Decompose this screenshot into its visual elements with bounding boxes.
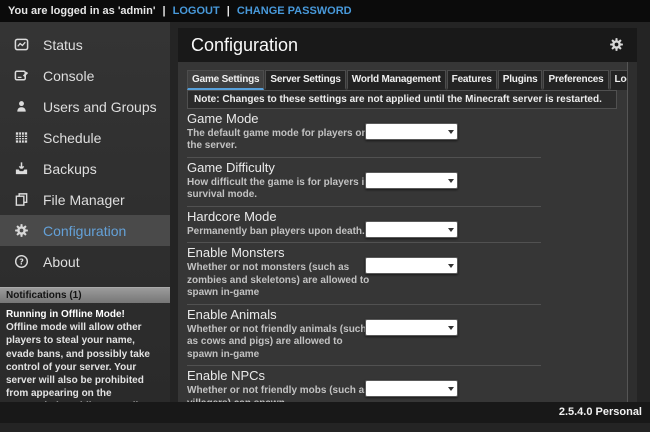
file-manager-icon xyxy=(13,192,29,208)
sidebar-item-schedule[interactable]: Schedule xyxy=(0,122,170,153)
chevron-down-icon xyxy=(448,179,454,183)
restart-note: Note: Changes to these settings are not … xyxy=(187,90,617,109)
status-bar: 2.5.4.0 Personal xyxy=(0,402,650,423)
sidebar-menu: Status Console Users and Groups Schedule Bac… xyxy=(0,22,170,277)
chevron-down-icon xyxy=(448,326,454,330)
setting-row-game-mode: Game ModeThe default game mode for playe… xyxy=(187,109,617,157)
settings-list: Game ModeThe default game mode for playe… xyxy=(187,109,617,402)
tab-features[interactable]: Features xyxy=(447,70,497,90)
sidebar-item-status[interactable]: Status xyxy=(0,29,170,60)
logged-in-text: You are logged in as 'admin' xyxy=(8,5,155,17)
change-password-link[interactable]: CHANGE PASSWORD xyxy=(237,5,352,17)
sidebar-item-configuration[interactable]: Configuration xyxy=(0,215,170,246)
sidebar-item-console[interactable]: Console xyxy=(0,60,170,91)
notifications-header: Notifications (1) xyxy=(0,287,170,303)
tab-game-settings[interactable]: Game Settings xyxy=(187,70,264,90)
tab-world-management[interactable]: World Management xyxy=(347,70,446,90)
tab-plugins[interactable]: Plugins xyxy=(498,70,543,90)
game-difficulty-select[interactable] xyxy=(365,172,458,189)
sidebar-item-label: Schedule xyxy=(43,130,101,146)
scrollbar-track[interactable] xyxy=(627,62,637,402)
separator: | xyxy=(227,5,230,17)
question-icon: ? xyxy=(13,254,29,270)
setting-description: How difficult the game is for players in… xyxy=(187,177,372,202)
setting-description: The default game mode for players on the… xyxy=(187,128,372,153)
sidebar-item-label: Console xyxy=(43,68,94,84)
setting-row-game-difficulty: Game DifficultyHow difficult the game is… xyxy=(187,158,617,206)
svg-text:?: ? xyxy=(19,257,24,266)
console-icon xyxy=(13,68,29,84)
schedule-icon xyxy=(13,130,29,146)
sidebar-item-label: File Manager xyxy=(43,192,125,208)
status-icon xyxy=(13,37,29,53)
separator: | xyxy=(163,5,166,17)
setting-row-enable-animals: Enable AnimalsWhether or not friendly an… xyxy=(187,305,617,365)
setting-description: Whether or not friendly mobs (such as vi… xyxy=(187,385,372,402)
setting-row-enable-npcs: Enable NPCsWhether or not friendly mobs … xyxy=(187,366,617,402)
enable-npcs-select[interactable] xyxy=(365,380,458,397)
notification-title: Running in Offline Mode! xyxy=(6,308,164,321)
game-mode-select[interactable] xyxy=(365,123,458,140)
tab-preferences[interactable]: Preferences xyxy=(543,70,608,90)
backups-icon xyxy=(13,161,29,177)
gear-icon[interactable] xyxy=(609,37,625,53)
sidebar-item-label: About xyxy=(43,254,80,270)
chevron-down-icon xyxy=(448,228,454,232)
setting-description: Whether or not monsters (such as zombies… xyxy=(187,262,372,300)
chevron-down-icon xyxy=(448,130,454,134)
sidebar-item-about[interactable]: ? About xyxy=(0,246,170,277)
setting-row-enable-monsters: Enable MonstersWhether or not monsters (… xyxy=(187,243,617,303)
users-icon xyxy=(13,99,29,115)
sidebar-item-users-and-groups[interactable]: Users and Groups xyxy=(0,91,170,122)
tab-bar: Game SettingsServer SettingsWorld Manage… xyxy=(187,70,617,90)
hardcore-mode-select[interactable] xyxy=(365,221,458,238)
logout-link[interactable]: LOGOUT xyxy=(173,5,220,17)
sidebar-item-file-manager[interactable]: File Manager xyxy=(0,184,170,215)
panel-header: Configuration xyxy=(178,28,637,62)
sidebar-item-label: Status xyxy=(43,37,83,53)
page-title: Configuration xyxy=(191,35,298,56)
setting-row-hardcore-mode: Hardcore ModePermanently ban players upo… xyxy=(187,207,617,242)
setting-description: Permanently ban players upon death. xyxy=(187,226,372,239)
chevron-down-icon xyxy=(448,264,454,268)
sidebar-item-label: Users and Groups xyxy=(43,99,157,115)
gear-icon xyxy=(13,223,29,239)
tab-server-settings[interactable]: Server Settings xyxy=(265,70,345,90)
sidebar-item-backups[interactable]: Backups xyxy=(0,153,170,184)
version-label: 2.5.4.0 Personal xyxy=(559,406,642,418)
sidebar-item-label: Backups xyxy=(43,161,97,177)
panel-body: Game SettingsServer SettingsWorld Manage… xyxy=(178,62,637,402)
sidebar-item-label: Configuration xyxy=(43,223,126,239)
configuration-panel: Configuration Game SettingsServer Settin… xyxy=(178,28,637,402)
sidebar: Status Console Users and Groups Schedule Bac… xyxy=(0,22,170,402)
chevron-down-icon xyxy=(448,387,454,391)
enable-animals-select[interactable] xyxy=(365,319,458,336)
enable-monsters-select[interactable] xyxy=(365,257,458,274)
setting-description: Whether or not friendly animals (such as… xyxy=(187,324,372,362)
topbar: You are logged in as 'admin' | LOGOUT | … xyxy=(0,0,650,22)
